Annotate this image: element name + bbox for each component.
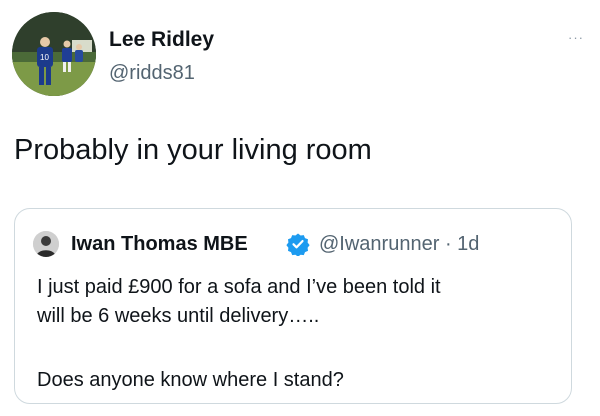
quoted-text-line: will be 6 weeks until delivery….. [37,305,320,327]
person-avatar-icon [33,231,59,257]
quoted-author-avatar[interactable] [33,231,59,257]
meta-separator: · [444,233,452,255]
quoted-author-meta[interactable]: @Iwanrunner · 1d [319,233,479,256]
quoted-author-handle[interactable]: @Iwanrunner [319,233,439,255]
author-handle[interactable]: @ridds81 [109,62,195,85]
verified-badge-icon [286,233,310,256]
quoted-timestamp[interactable]: 1d [457,233,479,255]
tweet-text: Probably in your living room [14,134,372,166]
svg-text:10: 10 [40,53,49,62]
quoted-text-question: Does anyone know where I stand? [37,369,344,391]
quoted-text-line: I just paid £900 for a sofa and I’ve bee… [37,276,441,298]
author-name[interactable]: Lee Ridley [109,28,214,52]
quoted-tweet[interactable]: Iwan Thomas MBE @Iwanrunner · 1d I just … [14,208,572,404]
footballer-photo-avatar: 10 [12,12,96,96]
quoted-tweet-text: I just paid £900 for a sofa and I’ve bee… [37,273,557,331]
more-options-icon[interactable]: ··· [568,30,584,45]
quoted-author-name[interactable]: Iwan Thomas MBE [71,233,248,256]
author-avatar[interactable]: 10 [12,12,96,96]
